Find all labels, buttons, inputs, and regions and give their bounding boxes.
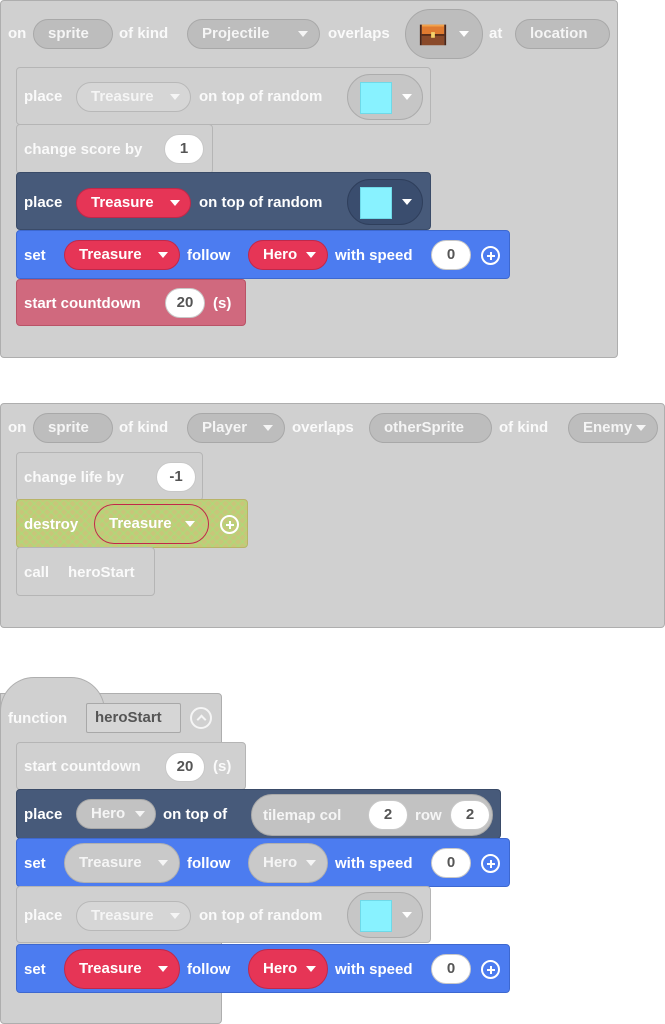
tile-dropdown[interactable] xyxy=(405,9,483,59)
life-value[interactable]: -1 xyxy=(156,462,196,492)
tile-swatch xyxy=(360,187,392,219)
chevron-down-icon xyxy=(636,425,646,431)
tile-swatch xyxy=(360,82,392,114)
function-name: heroStart xyxy=(68,564,135,581)
other-sprite-variable[interactable]: otherSprite xyxy=(369,413,492,443)
location-variable[interactable]: location xyxy=(515,19,610,49)
tile-dropdown[interactable] xyxy=(347,179,423,225)
at-label: at xyxy=(489,25,503,42)
chevron-down-icon xyxy=(306,860,316,866)
place-block[interactable]: place Treasure on top of random xyxy=(16,172,431,230)
add-parameter-icon[interactable] xyxy=(481,246,500,265)
chevron-down-icon xyxy=(170,200,180,206)
sprite-dropdown[interactable]: Treasure xyxy=(76,188,191,218)
chevron-down-icon xyxy=(135,811,145,817)
sprite-dropdown[interactable]: Hero xyxy=(76,799,156,829)
tilemap-location[interactable]: tilemap col 2 row 2 xyxy=(251,794,493,836)
chevron-down-icon xyxy=(402,94,412,100)
tile-dropdown[interactable] xyxy=(347,892,423,938)
kind-dropdown[interactable]: Player xyxy=(187,413,285,443)
start-countdown-block[interactable]: start countdown 20 (s) xyxy=(16,742,246,790)
place-block[interactable]: place Treasure on top of random xyxy=(16,67,431,125)
tile-dropdown[interactable] xyxy=(347,74,423,120)
kind-dropdown[interactable]: Enemy xyxy=(568,413,658,443)
sprite-dropdown[interactable]: Treasure xyxy=(64,240,180,270)
chevron-down-icon xyxy=(402,199,412,205)
place-block[interactable]: place Treasure on top of random xyxy=(16,886,431,943)
speed-value[interactable]: 0 xyxy=(431,848,471,878)
sprite-dropdown[interactable]: Treasure xyxy=(76,901,191,931)
speed-value[interactable]: 0 xyxy=(431,240,471,270)
add-parameter-icon[interactable] xyxy=(481,960,500,979)
chevron-down-icon xyxy=(185,521,195,527)
change-score-block[interactable]: change score by 1 xyxy=(16,124,213,174)
countdown-value[interactable]: 20 xyxy=(165,288,205,318)
call-function-block[interactable]: call heroStart xyxy=(16,547,155,596)
countdown-value[interactable]: 20 xyxy=(165,752,205,782)
sprite-variable[interactable]: sprite xyxy=(33,413,113,443)
target-dropdown[interactable]: Hero xyxy=(248,843,328,883)
place-on-tilemap-block[interactable]: place Hero on top of tilemap col 2 row 2 xyxy=(16,789,501,839)
start-countdown-block[interactable]: start countdown 20 (s) xyxy=(16,279,246,326)
add-parameter-icon[interactable] xyxy=(220,515,239,534)
chevron-down-icon xyxy=(158,252,168,258)
chevron-down-icon xyxy=(170,94,180,100)
target-dropdown[interactable]: Hero xyxy=(248,240,328,270)
row-value[interactable]: 2 xyxy=(450,800,490,830)
chevron-down-icon xyxy=(158,860,168,866)
event-header: on sprite of kind Player overlaps otherS… xyxy=(0,403,665,453)
collapse-icon[interactable] xyxy=(190,707,212,729)
score-value[interactable]: 1 xyxy=(164,134,204,164)
set-follow-block[interactable]: set Treasure follow Hero with speed 0 xyxy=(16,230,510,279)
of-kind-label: of kind xyxy=(119,25,169,42)
function-name-input[interactable]: heroStart xyxy=(86,703,181,733)
destroy-block[interactable]: destroy Treasure xyxy=(16,499,248,548)
tile-swatch xyxy=(360,900,392,932)
sprite-dropdown[interactable]: Treasure xyxy=(94,504,209,544)
set-follow-block[interactable]: set Treasure follow Hero with speed 0 xyxy=(16,838,510,887)
chevron-down-icon xyxy=(306,966,316,972)
chevron-down-icon xyxy=(306,252,316,258)
event-header: on sprite of kind Projectile overlaps at… xyxy=(0,0,618,68)
chevron-down-icon xyxy=(170,913,180,919)
chevron-down-icon xyxy=(402,912,412,918)
on-label: on xyxy=(8,25,27,42)
sprite-dropdown[interactable]: Treasure xyxy=(64,949,180,989)
col-value[interactable]: 2 xyxy=(368,800,408,830)
treasure-chest-icon xyxy=(419,24,447,46)
sprite-variable[interactable]: sprite xyxy=(33,19,113,49)
overlaps-label: overlaps xyxy=(328,25,390,42)
chevron-down-icon xyxy=(298,31,308,37)
change-life-block[interactable]: change life by -1 xyxy=(16,452,203,501)
chevron-down-icon xyxy=(158,966,168,972)
chevron-down-icon xyxy=(459,31,469,37)
chevron-down-icon xyxy=(263,425,273,431)
sprite-dropdown[interactable]: Treasure xyxy=(64,843,180,883)
set-follow-block[interactable]: set Treasure follow Hero with speed 0 xyxy=(16,944,510,993)
function-header: function heroStart xyxy=(0,693,222,743)
speed-value[interactable]: 0 xyxy=(431,954,471,984)
kind-dropdown[interactable]: Projectile xyxy=(187,19,320,49)
add-parameter-icon[interactable] xyxy=(481,854,500,873)
target-dropdown[interactable]: Hero xyxy=(248,949,328,989)
sprite-dropdown[interactable]: Treasure xyxy=(76,82,191,112)
